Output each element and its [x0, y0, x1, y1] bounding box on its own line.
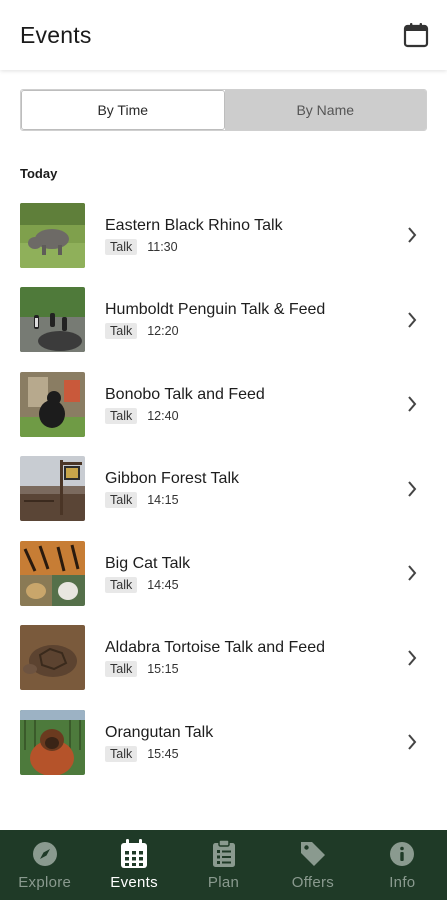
event-row[interactable]: Gibbon Forest Talk Talk 14:15 — [0, 447, 447, 532]
event-time: 14:45 — [147, 577, 179, 592]
page-title: Events — [20, 21, 92, 48]
by-name-button[interactable]: By Name — [224, 90, 426, 130]
event-row[interactable]: Bonobo Talk and Feed Talk 12:40 — [0, 362, 447, 447]
event-type-tag: Talk — [105, 238, 138, 255]
tab-label: Offers — [291, 874, 335, 891]
calendar-icon — [403, 23, 429, 48]
event-time: 11:30 — [147, 239, 178, 254]
event-title: Orangutan Talk — [105, 723, 214, 741]
event-title: Bonobo Talk and Feed — [105, 385, 265, 403]
calendar-button[interactable] — [401, 20, 431, 50]
event-type-tag: Talk — [105, 492, 138, 509]
event-type-tag: Talk — [105, 745, 138, 762]
big-cat-photo — [20, 540, 85, 606]
rhino-photo — [20, 202, 85, 268]
chevron-right-icon — [405, 310, 419, 330]
event-type-tag: Talk — [105, 407, 138, 424]
event-row[interactable]: Humboldt Penguin Talk & Feed Talk 12:20 — [0, 278, 447, 363]
event-title: Gibbon Forest Talk — [105, 470, 239, 488]
tab-events[interactable]: Events — [89, 830, 178, 900]
event-title: Aldabra Tortoise Talk and Feed — [105, 639, 325, 657]
chevron-right-icon — [405, 648, 419, 668]
event-row[interactable]: Eastern Black Rhino Talk Talk 11:30 — [0, 193, 447, 278]
tortoise-photo — [20, 625, 85, 691]
compass-icon — [31, 840, 59, 868]
tab-offers[interactable]: Offers — [268, 830, 357, 900]
app-header: Events — [0, 0, 447, 70]
event-type-tag: Talk — [105, 576, 138, 593]
event-row[interactable]: Orangutan Talk Talk 15:45 — [0, 700, 447, 785]
gibbon-forest-photo — [20, 456, 85, 522]
tab-plan[interactable]: Plan — [179, 830, 268, 900]
tab-info[interactable]: Info — [358, 830, 447, 900]
event-time: 12:20 — [147, 324, 179, 339]
bonobo-photo — [20, 371, 85, 437]
chevron-right-icon — [405, 563, 419, 583]
tab-label: Info — [389, 874, 416, 891]
calendar-icon — [120, 839, 148, 868]
tab-label: Events — [110, 874, 158, 891]
event-row[interactable]: Aldabra Tortoise Talk and Feed Talk 15:1… — [0, 616, 447, 701]
penguin-photo — [20, 287, 85, 353]
tag-icon — [299, 840, 327, 868]
sort-toggle: By Time By Name — [20, 89, 427, 131]
event-time: 12:40 — [147, 408, 179, 423]
orangutan-photo — [20, 709, 85, 775]
tab-label: Plan — [207, 874, 240, 891]
by-time-button[interactable]: By Time — [21, 90, 225, 130]
chevron-right-icon — [405, 394, 419, 414]
event-title: Big Cat Talk — [105, 554, 191, 572]
event-time: 15:15 — [147, 662, 179, 677]
event-title: Humboldt Penguin Talk & Feed — [105, 301, 326, 319]
event-row[interactable]: Big Cat Talk Talk 14:45 — [0, 531, 447, 616]
info-icon — [388, 840, 416, 868]
event-title: Eastern Black Rhino Talk — [105, 216, 283, 234]
chevron-right-icon — [405, 479, 419, 499]
event-list: Eastern Black Rhino Talk Talk 11:30 Humb… — [0, 193, 447, 785]
chevron-right-icon — [405, 732, 419, 752]
event-type-tag: Talk — [105, 661, 138, 678]
section-heading-today: Today — [20, 166, 58, 181]
chevron-right-icon — [405, 225, 419, 245]
tab-label: Explore — [18, 874, 72, 891]
event-time: 15:45 — [147, 746, 179, 761]
event-type-tag: Talk — [105, 323, 138, 340]
bottom-tab-bar: Explore Events Plan Offers Info — [0, 830, 447, 900]
event-time: 14:15 — [147, 493, 179, 508]
tab-explore[interactable]: Explore — [0, 830, 89, 900]
clipboard-icon — [210, 840, 238, 868]
